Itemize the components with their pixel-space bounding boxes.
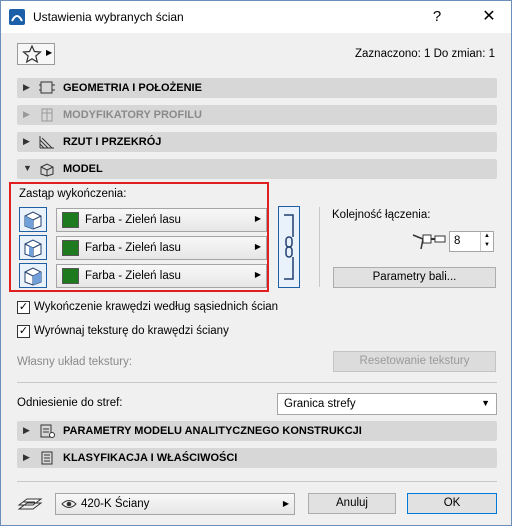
spin-up-icon[interactable]: ▲ <box>481 232 493 241</box>
geometry-icon <box>39 81 55 94</box>
wall-front-icon <box>24 211 42 230</box>
edge-surface-label: Wykończenie krawędzi według sąsiednich ś… <box>34 301 279 313</box>
selection-count: Zaznaczono: 1 Do zmian: 1 <box>355 48 495 60</box>
section-label: KLASYFIKACJA I WŁAŚCIWOŚCI <box>63 452 238 464</box>
chevron-down-icon: ▼ <box>23 163 32 173</box>
section-label: MODYFIKATORY PROFILU <box>63 109 202 121</box>
title-bar: Ustawienia wybranych ścian ? ✕ <box>1 1 511 33</box>
chevron-down-icon: ▼ <box>481 398 490 408</box>
eye-icon <box>61 500 77 508</box>
favorites-button[interactable]: ▶ <box>17 43 55 65</box>
chevron-right-icon: ▶ <box>23 109 30 119</box>
section-classification[interactable]: ▶ KLASYFIKACJA I WŁAŚCIWOŚCI <box>17 448 497 468</box>
window-title: Ustawienia wybranych ścian <box>33 10 184 24</box>
archicad-icon <box>9 9 25 25</box>
opposite-side-surface-icon[interactable] <box>19 263 47 288</box>
override-surfaces-label: Zastąp wykończenia: <box>19 188 127 200</box>
plan-section-icon <box>39 136 54 149</box>
chevron-right-icon: ▶ <box>282 499 289 508</box>
close-button[interactable]: ✕ <box>479 7 499 27</box>
chevron-right-icon: ▶ <box>254 242 261 251</box>
join-order-input[interactable]: 8 ▲ ▼ <box>449 231 494 252</box>
surface-name: Farba - Zieleń lasu <box>85 270 181 282</box>
chain-link-icon <box>284 214 294 280</box>
section-label: MODEL <box>63 163 103 175</box>
zone-reference-label: Odniesienie do stref: <box>17 397 123 409</box>
edge-surface-checkbox[interactable]: ✓ <box>17 301 30 314</box>
custom-texture-label: Własny układ tekstury: <box>17 356 133 368</box>
section-label: GEOMETRIA I POŁOŻENIE <box>63 82 202 94</box>
chevron-right-icon: ▶ <box>254 270 261 279</box>
wall-edge-icon <box>24 239 42 258</box>
reference-side-surface-icon[interactable] <box>19 207 47 232</box>
cancel-button[interactable]: Anuluj <box>308 493 396 514</box>
chevron-right-icon: ▶ <box>46 48 53 57</box>
surface-selector-reference[interactable]: Farba - Zieleń lasu ▶ <box>56 208 267 232</box>
edge-surface-icon[interactable] <box>19 235 47 260</box>
wall-back-icon <box>24 267 42 286</box>
chevron-right-icon: ▶ <box>23 136 30 146</box>
ok-button[interactable]: OK <box>407 493 497 514</box>
spinner[interactable]: ▲ ▼ <box>480 232 493 251</box>
help-button[interactable]: ? <box>427 7 447 27</box>
star-icon <box>22 45 42 63</box>
analytical-model-icon <box>40 424 55 438</box>
layer-icon <box>17 498 43 510</box>
section-model[interactable]: ▼ MODEL <box>17 159 497 179</box>
link-surfaces-button[interactable] <box>278 206 300 288</box>
surface-name: Farba - Zieleń lasu <box>85 242 181 254</box>
section-plan-section[interactable]: ▶ RZUT I PRZEKRÓJ <box>17 132 497 152</box>
surface-swatch <box>62 268 79 284</box>
divider <box>17 382 497 383</box>
surface-swatch <box>62 212 79 228</box>
join-order-icon <box>412 234 446 250</box>
spin-down-icon[interactable]: ▼ <box>481 241 493 250</box>
join-order-value: 8 <box>454 235 461 247</box>
section-label: PARAMETRY MODELU ANALITYCZNEGO KONSTRUKC… <box>63 425 362 437</box>
section-profile[interactable]: ▶ MODYFIKATORY PROFILU <box>17 105 497 125</box>
align-texture-checkbox[interactable]: ✓ <box>17 325 30 338</box>
align-texture-label: Wyrównaj teksturę do krawędzi ściany <box>34 325 229 337</box>
classification-icon <box>41 451 53 465</box>
section-geometry[interactable]: ▶ GEOMETRIA I POŁOŻENIE <box>17 78 497 98</box>
surface-swatch <box>62 240 79 256</box>
reset-texture-button[interactable]: Resetowanie tekstury <box>333 351 496 372</box>
layer-select[interactable]: 420-K Ściany ▶ <box>55 493 295 515</box>
chevron-right-icon: ▶ <box>254 214 261 223</box>
profile-modifier-icon <box>41 108 53 122</box>
section-label: RZUT I PRZEKRÓJ <box>63 136 162 148</box>
log-parameters-button[interactable]: Parametry bali... <box>333 267 496 288</box>
zone-reference-select[interactable]: Granica strefy ▼ <box>277 393 497 415</box>
divider <box>17 481 497 482</box>
chevron-right-icon: ▶ <box>23 452 30 462</box>
join-order-label: Kolejność łączenia: <box>332 209 431 221</box>
layer-name: 420-K Ściany <box>81 498 150 510</box>
chevron-right-icon: ▶ <box>23 425 30 435</box>
zone-reference-value: Granica strefy <box>284 398 356 410</box>
chevron-right-icon: ▶ <box>23 82 30 92</box>
surface-selector-opposite[interactable]: Farba - Zieleń lasu ▶ <box>56 264 267 288</box>
dialog-window: Ustawienia wybranych ścian ? ✕ ▶ Zaznacz… <box>0 0 512 526</box>
section-analytical[interactable]: ▶ PARAMETRY MODELU ANALITYCZNEGO KONSTRU… <box>17 421 497 441</box>
separator <box>319 207 320 287</box>
surface-name: Farba - Zieleń lasu <box>85 214 181 226</box>
surface-selector-edge[interactable]: Farba - Zieleń lasu ▶ <box>56 236 267 260</box>
model-icon <box>40 163 54 177</box>
